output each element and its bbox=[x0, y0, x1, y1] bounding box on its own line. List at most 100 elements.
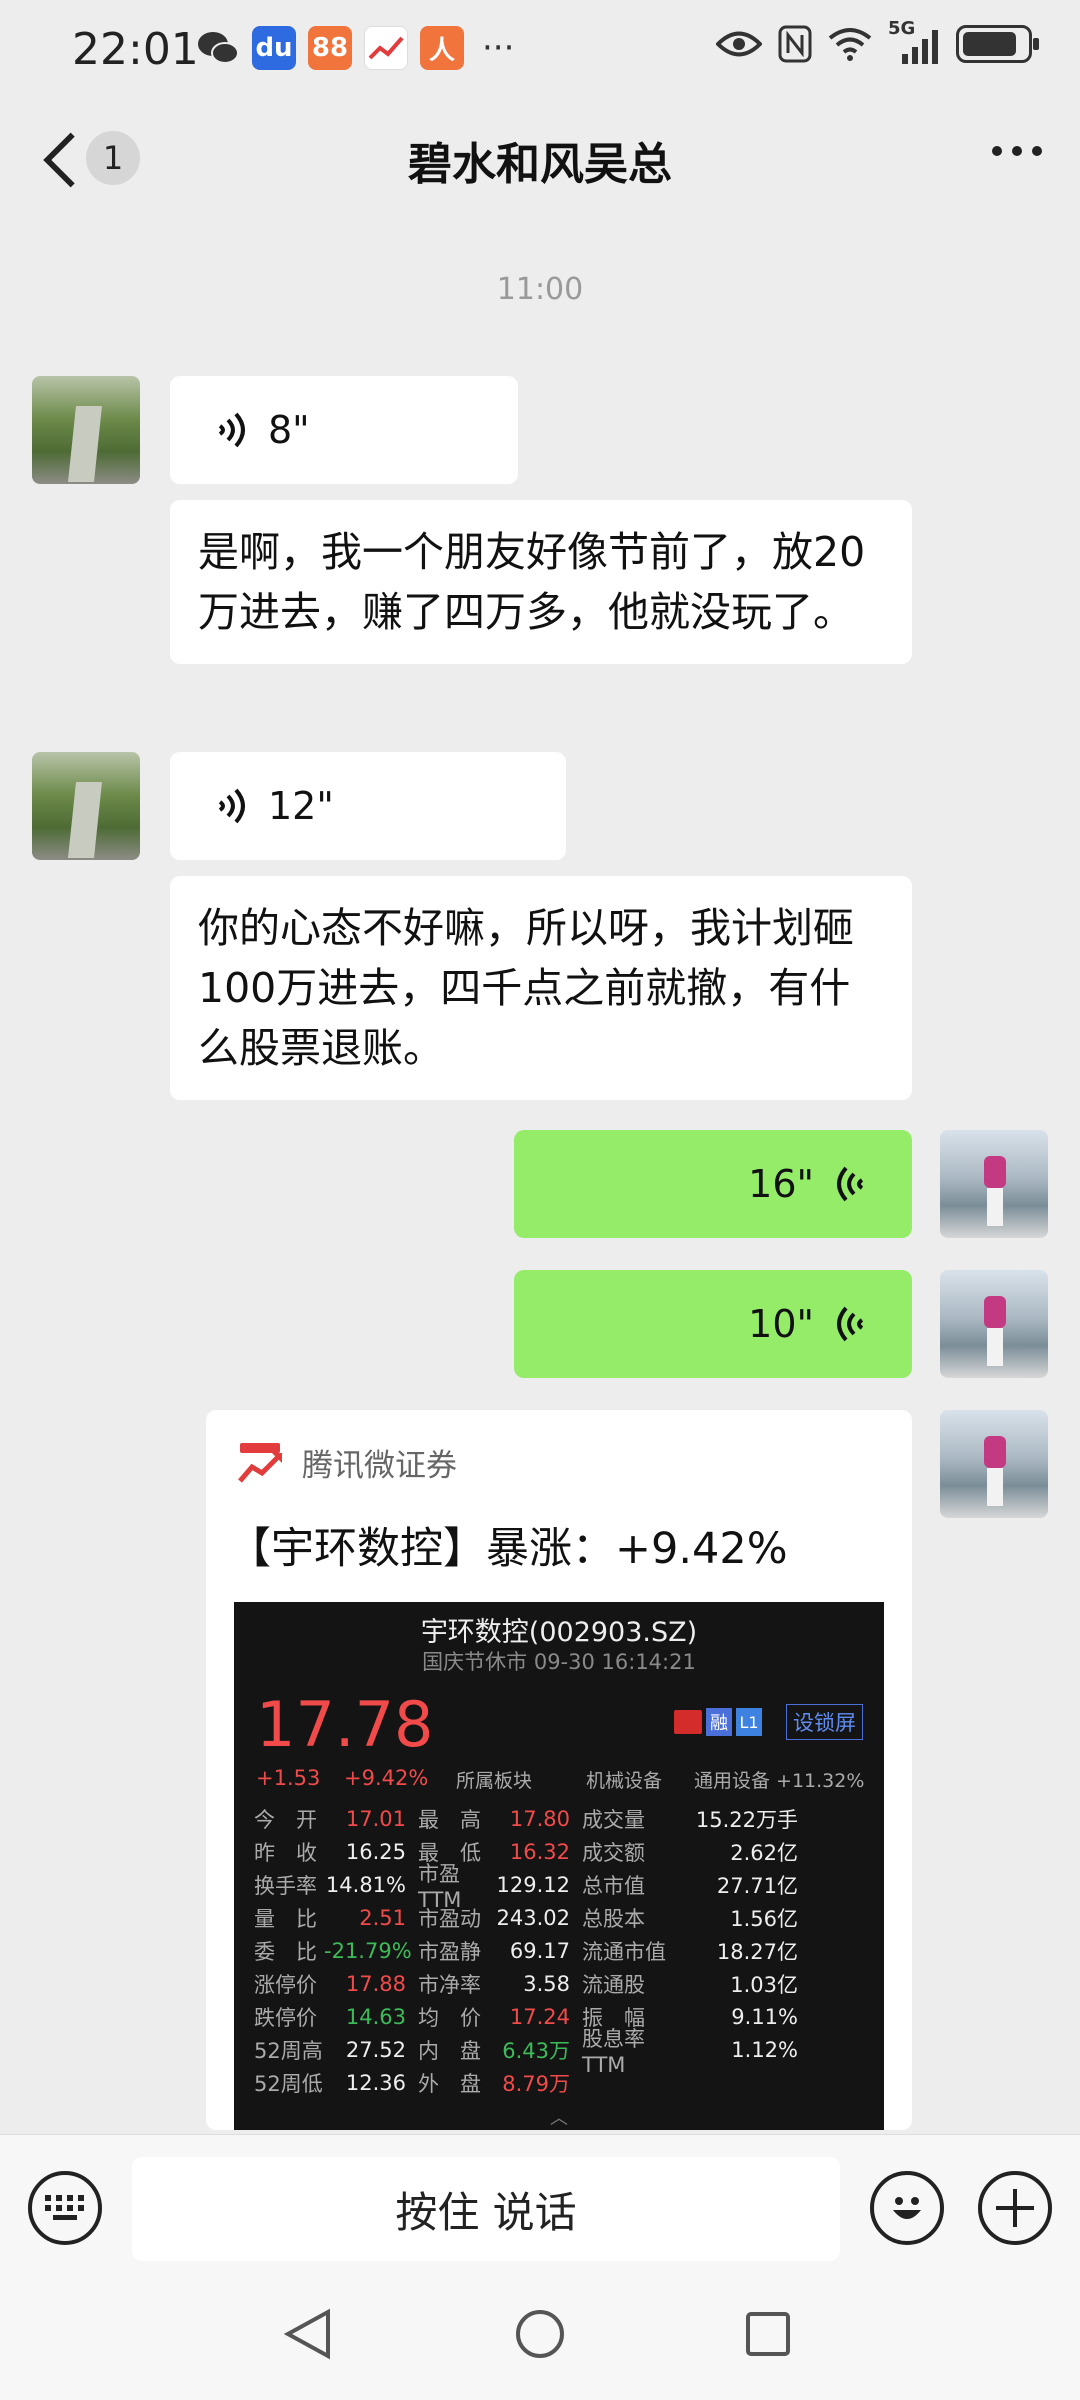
stat-value: 27.71亿 bbox=[716, 1873, 798, 1898]
stat-value: 243.02 bbox=[496, 1905, 570, 1930]
voice-wave-icon bbox=[218, 412, 245, 448]
nfc-icon bbox=[778, 25, 812, 63]
voice-duration: 16" bbox=[748, 1162, 814, 1206]
card-title: 【宇环数控】暴涨：+9.42% bbox=[228, 1524, 788, 1574]
card-source: 腾讯微证券 bbox=[302, 1448, 457, 1484]
stat-value: 1.12% bbox=[731, 2037, 798, 2062]
stat-label: 市盈静 bbox=[418, 1939, 481, 1964]
app-88-icon: 88 bbox=[308, 26, 352, 70]
stat-label: 委 比 bbox=[254, 1939, 317, 1964]
stat-value: 17.24 bbox=[509, 2004, 570, 2029]
stat-label: 52周高 bbox=[254, 2038, 323, 2063]
stock-stats-row: 换手率 14.81% 市盈TTM 129.12 总市值 27.71亿 bbox=[254, 1862, 870, 1912]
wifi-icon bbox=[828, 28, 872, 61]
china-flag-icon bbox=[674, 1710, 702, 1734]
contact-avatar[interactable] bbox=[32, 376, 140, 484]
tencent-securities-logo-icon bbox=[238, 1442, 282, 1483]
stock-stats-row: 52周低 12.36 外 盘 8.79万 bbox=[254, 2066, 870, 2099]
stat-label: 涨停价 bbox=[254, 1972, 317, 1997]
status-bar: 22:01 du 88 人 ··· 5G bbox=[0, 0, 1080, 102]
stat-value: 16.25 bbox=[345, 1839, 406, 1864]
stat-label: 流通股 bbox=[582, 1972, 645, 1997]
voice-message-self[interactable]: 16" bbox=[514, 1130, 912, 1238]
stat-label: 量 比 bbox=[254, 1906, 317, 1931]
system-icons: 5G bbox=[716, 18, 1039, 64]
my-avatar[interactable] bbox=[940, 1410, 1048, 1518]
stat-label: 市盈动 bbox=[418, 1906, 481, 1931]
stat-value: 14.63 bbox=[345, 2004, 406, 2029]
wechat-icon bbox=[198, 32, 239, 64]
stat-label: 跌停价 bbox=[254, 2005, 317, 2030]
stat-label: 成交量 bbox=[582, 1807, 645, 1832]
voice-message[interactable]: 8" bbox=[170, 376, 518, 484]
stat-value: 9.11% bbox=[731, 2004, 798, 2029]
person-app-icon: 人 bbox=[420, 26, 464, 70]
smiley-icon bbox=[893, 2197, 921, 2219]
nav-recents-icon[interactable] bbox=[744, 2310, 792, 2358]
stock-stats-row: 跌停价 14.63 均 价 17.24 振 幅 9.11% bbox=[254, 2000, 870, 2033]
stock-stats-row: 52周高 27.52 内 盘 6.43万 股息率TTM 1.12% bbox=[254, 2027, 870, 2077]
stat-value: 2.51 bbox=[359, 1905, 406, 1930]
baidu-icon: du bbox=[252, 26, 296, 70]
stat-label: 流通市值 bbox=[582, 1939, 666, 1964]
more-options-button[interactable] bbox=[992, 146, 1042, 156]
hold-to-talk-button[interactable]: 按住 说话 bbox=[132, 2157, 840, 2261]
shared-stock-card[interactable]: 腾讯微证券 【宇环数控】暴涨：+9.42% 宇环数控(002903.SZ) 国庆… bbox=[206, 1410, 912, 2130]
stat-value: 17.80 bbox=[509, 1806, 570, 1831]
stat-value: 8.79万 bbox=[502, 2071, 570, 2096]
emoji-button[interactable] bbox=[870, 2171, 944, 2245]
status-time: 22:01 bbox=[72, 24, 199, 75]
chevron-up-icon: ︿ bbox=[550, 2108, 568, 2129]
stat-label: 昨 收 bbox=[254, 1840, 317, 1865]
stock-name: 宇环数控(002903.SZ) bbox=[420, 1617, 698, 1648]
stat-label: 均 价 bbox=[418, 2005, 481, 2030]
voice-wave-icon bbox=[837, 1166, 864, 1202]
card-header: 腾讯微证券 bbox=[236, 1440, 457, 1485]
nav-home-icon[interactable] bbox=[514, 2308, 566, 2360]
my-avatar[interactable] bbox=[940, 1270, 1048, 1378]
stat-label: 52周低 bbox=[254, 2071, 323, 2096]
lock-screen-label: 设锁屏 bbox=[786, 1704, 863, 1740]
my-avatar[interactable] bbox=[940, 1130, 1048, 1238]
stock-stats-table: 今 开 17.01 最 高 17.80 成交量 15.22万手昨 收 16.25 最 低 16.… bbox=[254, 1802, 870, 2099]
stock-price: 17.78 bbox=[256, 1688, 434, 1761]
stat-value: 3.58 bbox=[523, 1971, 570, 1996]
stock-quote-image: 宇环数控(002903.SZ) 国庆节休市 09-30 16:14:21 17.… bbox=[234, 1602, 884, 2130]
nav-back-icon[interactable] bbox=[284, 2308, 332, 2360]
sector-label: 所属板块 bbox=[456, 1770, 533, 1792]
stat-value: 12.36 bbox=[345, 2070, 406, 2095]
stat-label: 股息率TTM bbox=[582, 2026, 645, 2077]
stock-stats-row: 昨 收 16.25 最 低 16.32 成交额 2.62亿 bbox=[254, 1835, 870, 1868]
stock-stats-row: 今 开 17.01 最 高 17.80 成交量 15.22万手 bbox=[254, 1802, 870, 1835]
stat-value: 15.22万手 bbox=[695, 1807, 798, 1832]
stat-label: 换手率 bbox=[254, 1873, 317, 1898]
stat-label: 内 盘 bbox=[418, 2038, 481, 2063]
input-bar: 按住 说话 bbox=[0, 2134, 1080, 2266]
cellular-signal-icon: 5G bbox=[888, 18, 940, 64]
contact-avatar[interactable] bbox=[32, 752, 140, 860]
keyboard-toggle-button[interactable] bbox=[28, 2171, 102, 2245]
stat-value: 18.27亿 bbox=[716, 1939, 798, 1964]
stat-label: 市净率 bbox=[418, 1972, 481, 1997]
stock-stats-row: 量 比 2.51 市盈动 243.02 总股本 1.56亿 bbox=[254, 1901, 870, 1934]
voice-wave-icon bbox=[218, 788, 245, 824]
stat-value: 1.03亿 bbox=[730, 1972, 798, 1997]
eye-icon bbox=[716, 31, 762, 57]
voice-message[interactable]: 12" bbox=[170, 752, 566, 860]
stat-value: 69.17 bbox=[509, 1938, 570, 1963]
stat-label: 最 高 bbox=[418, 1807, 481, 1832]
text-message[interactable]: 你的心态不好嘛，所以呀，我计划砸100万进去，四千点之前就撤，有什么股票退账。 bbox=[170, 876, 912, 1100]
stat-value: 27.52 bbox=[345, 2037, 406, 2062]
stock-stats-row: 涨停价 17.88 市净率 3.58 流通股 1.03亿 bbox=[254, 1967, 870, 2000]
stat-label: 总市值 bbox=[582, 1873, 645, 1898]
text-message[interactable]: 是啊，我一个朋友好像节前了，放20万进去，赚了四万多，他就没玩了。 bbox=[170, 500, 912, 664]
stat-label: 外 盘 bbox=[418, 2071, 481, 2096]
add-more-button[interactable] bbox=[978, 2171, 1052, 2245]
stat-value: 17.88 bbox=[345, 1971, 406, 1996]
stat-label: 总股本 bbox=[582, 1906, 645, 1931]
price-change-pct: +9.42% bbox=[344, 1766, 429, 1790]
voice-wave-icon bbox=[837, 1306, 864, 1342]
voice-message-self[interactable]: 10" bbox=[514, 1270, 912, 1378]
keyboard-icon bbox=[45, 2195, 84, 2220]
stock-app-icon bbox=[364, 26, 408, 70]
